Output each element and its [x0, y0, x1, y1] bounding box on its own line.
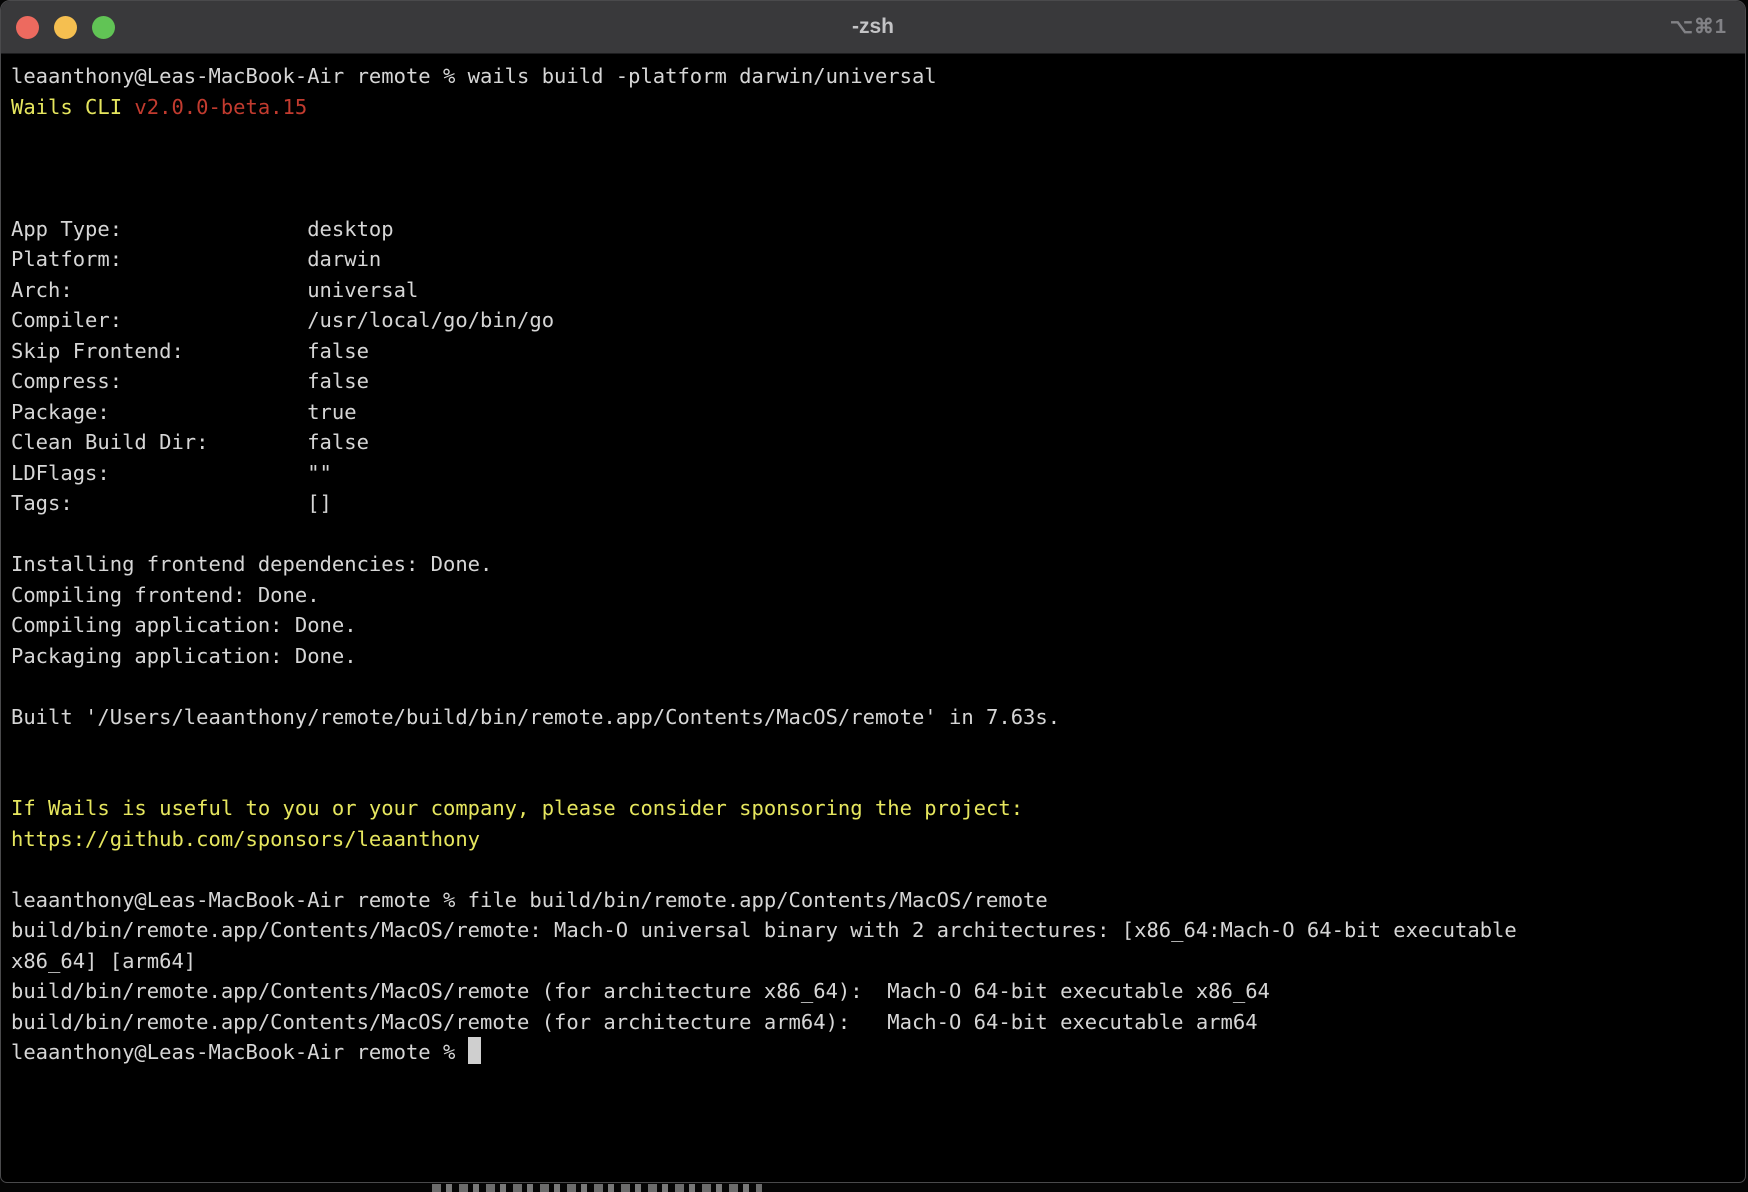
- terminal-line: Platform: darwin: [11, 244, 1745, 275]
- terminal-text-segment: Tags: []: [11, 491, 332, 515]
- titlebar[interactable]: -zsh ⌥⌘1: [1, 1, 1745, 54]
- terminal-line: Package: true: [11, 397, 1745, 428]
- terminal-text-segment: If Wails is useful to you or your compan…: [11, 796, 1023, 820]
- terminal-text-segment: leaanthony@Leas-MacBook-Air remote % fil…: [11, 888, 1048, 912]
- terminal-text-segment: leaanthony@Leas-MacBook-Air remote %: [11, 1040, 468, 1064]
- terminal-line: build/bin/remote.app/Contents/MacOS/remo…: [11, 976, 1745, 1007]
- terminal-line: build/bin/remote.app/Contents/MacOS/remo…: [11, 1007, 1745, 1038]
- terminal-line: [11, 153, 1745, 184]
- terminal-line: [11, 732, 1745, 763]
- terminal-line: Tags: []: [11, 488, 1745, 519]
- terminal-text-segment: Compress: false: [11, 369, 369, 393]
- terminal-text-segment: leaanthony@Leas-MacBook-Air remote % wai…: [11, 64, 937, 88]
- terminal-line: [11, 183, 1745, 214]
- terminal-line: leaanthony@Leas-MacBook-Air remote % fil…: [11, 885, 1745, 916]
- terminal-text-segment: LDFlags: "": [11, 461, 332, 485]
- terminal-line: Built '/Users/leaanthony/remote/build/bi…: [11, 702, 1745, 733]
- terminal-line: App Type: desktop: [11, 214, 1745, 245]
- terminal-window: -zsh ⌥⌘1 leaanthony@Leas-MacBook-Air rem…: [0, 0, 1746, 1183]
- terminal-line: https://github.com/sponsors/leaanthony: [11, 824, 1745, 855]
- terminal-text-segment: App Type: desktop: [11, 217, 394, 241]
- terminal-line: Clean Build Dir: false: [11, 427, 1745, 458]
- terminal-text-segment: Arch: universal: [11, 278, 418, 302]
- terminal-line: Installing frontend dependencies: Done.: [11, 549, 1745, 580]
- terminal-line: [11, 122, 1745, 153]
- background-window-sliver: [432, 1184, 762, 1192]
- terminal-line: [11, 519, 1745, 550]
- window-shortcut-badge: ⌥⌘1: [1670, 14, 1727, 39]
- terminal-line: Packaging application: Done.: [11, 641, 1745, 672]
- minimize-button[interactable]: [54, 16, 77, 39]
- terminal-text-segment: https://github.com/sponsors/leaanthony: [11, 827, 480, 851]
- terminal-text-segment: build/bin/remote.app/Contents/MacOS/remo…: [11, 918, 1517, 942]
- terminal-text-segment: Wails CLI: [11, 95, 134, 119]
- terminal-text-segment: build/bin/remote.app/Contents/MacOS/remo…: [11, 1010, 1258, 1034]
- terminal-line: [11, 671, 1745, 702]
- terminal-text-segment: Clean Build Dir: false: [11, 430, 369, 454]
- zoom-button[interactable]: [92, 16, 115, 39]
- terminal-text-segment: Compiler: /usr/local/go/bin/go: [11, 308, 554, 332]
- terminal-line: [11, 763, 1745, 794]
- terminal-text-segment: x86_64] [arm64]: [11, 949, 196, 973]
- terminal-line: leaanthony@Leas-MacBook-Air remote %: [11, 1037, 1745, 1068]
- terminal-text-segment: build/bin/remote.app/Contents/MacOS/remo…: [11, 979, 1270, 1003]
- terminal-line: build/bin/remote.app/Contents/MacOS/remo…: [11, 915, 1745, 946]
- terminal-text-segment: Built '/Users/leaanthony/remote/build/bi…: [11, 705, 1060, 729]
- terminal-line: [11, 854, 1745, 885]
- terminal-line: Compiler: /usr/local/go/bin/go: [11, 305, 1745, 336]
- text-cursor: [468, 1037, 481, 1064]
- terminal-screen[interactable]: leaanthony@Leas-MacBook-Air remote % wai…: [1, 54, 1745, 1068]
- traffic-lights: [1, 16, 115, 39]
- terminal-text-segment: v2.0.0-beta.15: [134, 95, 307, 119]
- terminal-line: LDFlags: "": [11, 458, 1745, 489]
- window-title: -zsh: [1, 15, 1745, 39]
- close-button[interactable]: [16, 16, 39, 39]
- terminal-line: Skip Frontend: false: [11, 336, 1745, 367]
- terminal-line: leaanthony@Leas-MacBook-Air remote % wai…: [11, 61, 1745, 92]
- terminal-text-segment: Installing frontend dependencies: Done.: [11, 552, 492, 576]
- terminal-text-segment: Package: true: [11, 400, 357, 424]
- terminal-line: Compiling frontend: Done.: [11, 580, 1745, 611]
- terminal-text-segment: Packaging application: Done.: [11, 644, 357, 668]
- terminal-line: Wails CLI v2.0.0-beta.15: [11, 92, 1745, 123]
- terminal-line: If Wails is useful to you or your compan…: [11, 793, 1745, 824]
- terminal-text-segment: Platform: darwin: [11, 247, 381, 271]
- terminal-line: Compiling application: Done.: [11, 610, 1745, 641]
- terminal-line: Arch: universal: [11, 275, 1745, 306]
- terminal-line: x86_64] [arm64]: [11, 946, 1745, 977]
- terminal-text-segment: Skip Frontend: false: [11, 339, 369, 363]
- terminal-text-segment: Compiling frontend: Done.: [11, 583, 320, 607]
- terminal-line: Compress: false: [11, 366, 1745, 397]
- terminal-text-segment: Compiling application: Done.: [11, 613, 357, 637]
